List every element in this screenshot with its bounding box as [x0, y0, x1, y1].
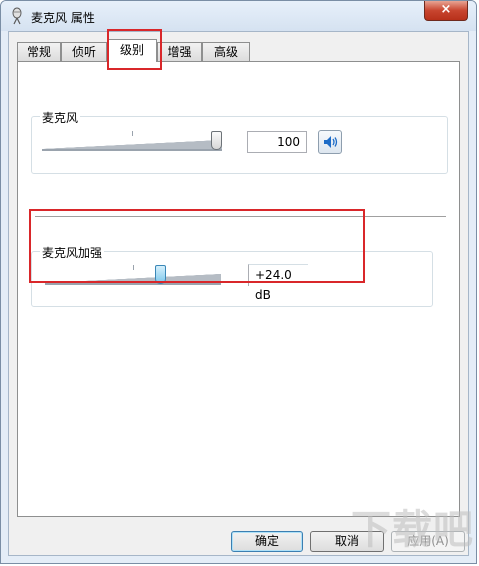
mute-button[interactable] [318, 130, 342, 154]
microphone-group: 麦克风 100 [31, 109, 448, 174]
boost-label: 麦克风加强 [40, 244, 105, 261]
slider-tick [132, 131, 133, 136]
boost-slider-thumb[interactable] [155, 265, 166, 284]
microphone-slider-thumb[interactable] [211, 131, 222, 150]
tab-enhancements[interactable]: 增强 [157, 42, 202, 61]
tab-advanced[interactable]: 高级 [202, 42, 250, 61]
title-bar[interactable]: 麦克风 属性 × [1, 1, 476, 31]
microphone-label: 麦克风 [40, 109, 81, 126]
properties-window: 麦克风 属性 × 常规 侦听 级别 增强 高级 麦克风 100 麦克风加强 +2… [0, 0, 477, 564]
dialog-client-area: 常规 侦听 级别 增强 高级 麦克风 100 麦克风加强 +24.0 dB 确定… [8, 29, 469, 556]
apply-button[interactable]: 应用(A) [391, 531, 465, 552]
close-button[interactable]: × [424, 1, 468, 21]
boost-level-field[interactable]: +24.0 dB [248, 264, 308, 302]
slider-track [45, 274, 221, 283]
levels-panel: 麦克风 100 麦克风加强 +24.0 dB [17, 61, 460, 517]
speaker-icon [319, 136, 341, 156]
microphone-slider[interactable] [42, 129, 222, 151]
slider-base [42, 149, 222, 151]
cancel-button[interactable]: 取消 [310, 531, 384, 552]
tab-listen[interactable]: 侦听 [61, 42, 107, 61]
boost-group: 麦克风加强 +24.0 dB [31, 244, 433, 307]
slider-tick [133, 265, 134, 270]
window-title: 麦克风 属性 [31, 11, 95, 25]
slider-base [45, 283, 221, 285]
slider-track [42, 140, 222, 149]
microphone-level-field[interactable]: 100 [247, 131, 307, 153]
microphone-icon [9, 7, 25, 25]
tab-levels[interactable]: 级别 [107, 39, 157, 62]
separator [35, 216, 446, 218]
tab-general[interactable]: 常规 [17, 42, 61, 61]
boost-slider[interactable] [45, 263, 221, 285]
ok-button[interactable]: 确定 [231, 531, 303, 552]
